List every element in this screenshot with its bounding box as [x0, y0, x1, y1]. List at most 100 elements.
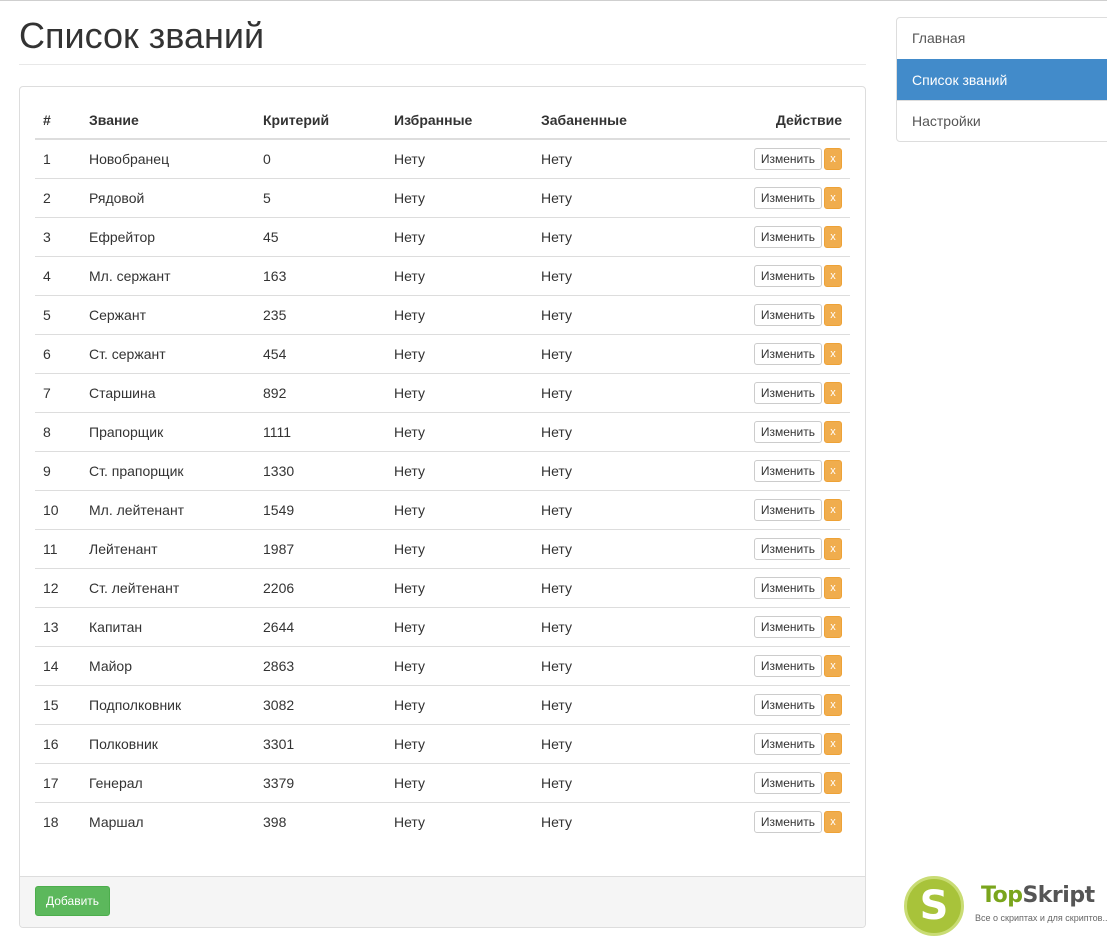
- sidebar-item-ranks[interactable]: Список званий: [897, 59, 1107, 100]
- edit-button[interactable]: Изменить: [753, 342, 822, 365]
- table-row: 9 Ст. прапорщик 1330 Нету Нету Изменить x: [35, 450, 850, 490]
- edit-button[interactable]: Изменить: [753, 732, 822, 755]
- header-criterion: Критерий: [255, 101, 386, 140]
- cell-criterion: 45: [255, 216, 386, 256]
- cell-criterion: 235: [255, 294, 386, 334]
- edit-button[interactable]: Изменить: [753, 147, 822, 170]
- cell-actions: Изменить x: [683, 762, 850, 802]
- cell-criterion: 454: [255, 333, 386, 373]
- cell-num: 8: [35, 411, 81, 451]
- header-name: Звание: [81, 101, 255, 140]
- sidebar-item-home[interactable]: Главная: [897, 18, 1107, 59]
- edit-button[interactable]: Изменить: [753, 693, 822, 716]
- cell-favorites: Нету: [386, 723, 533, 763]
- edit-button[interactable]: Изменить: [753, 381, 822, 404]
- cell-criterion: 398: [255, 801, 386, 841]
- delete-button[interactable]: x: [824, 186, 842, 209]
- edit-button[interactable]: Изменить: [753, 459, 822, 482]
- edit-button[interactable]: Изменить: [753, 810, 822, 833]
- cell-criterion: 2863: [255, 645, 386, 685]
- cell-criterion: 5: [255, 177, 386, 217]
- edit-button[interactable]: Изменить: [753, 615, 822, 638]
- cell-favorites: Нету: [386, 606, 533, 646]
- delete-button[interactable]: x: [824, 225, 842, 248]
- cell-banned: Нету: [533, 333, 683, 373]
- cell-favorites: Нету: [386, 333, 533, 373]
- cell-banned: Нету: [533, 723, 683, 763]
- cell-rank-name: Прапорщик: [81, 411, 255, 451]
- cell-criterion: 1111: [255, 411, 386, 451]
- cell-actions: Изменить x: [683, 567, 850, 607]
- cell-rank-name: Ст. лейтенант: [81, 567, 255, 607]
- cell-banned: Нету: [541, 150, 573, 167]
- header-favorites: Избранные: [386, 101, 533, 140]
- cell-rank-name: Полковник: [81, 723, 255, 763]
- cell-actions: Изменить x: [683, 684, 850, 724]
- table-header-row: # Звание Критерий Избранные Забаненные Д…: [35, 101, 850, 140]
- cell-rank-name: Новобранец: [89, 150, 170, 167]
- cell-banned: Нету: [533, 606, 683, 646]
- edit-button[interactable]: Изменить: [753, 420, 822, 443]
- cell-num: 3: [35, 216, 81, 256]
- sidebar-item-settings[interactable]: Настройки: [897, 100, 1107, 141]
- delete-button[interactable]: x: [824, 732, 842, 755]
- cell-rank-name: Рядовой: [81, 177, 255, 217]
- topskript-watermark: S TopSkript Все о скриптах и для скрипто…: [904, 875, 1107, 937]
- delete-button[interactable]: x: [824, 381, 842, 404]
- cell-criterion: 2644: [255, 606, 386, 646]
- cell-rank-name: Мл. сержант: [81, 255, 255, 295]
- cell-criterion: 0: [263, 150, 271, 167]
- cell-banned: Нету: [533, 489, 683, 529]
- cell-banned: Нету: [533, 255, 683, 295]
- cell-favorites: Нету: [386, 762, 533, 802]
- cell-actions: Изменить x: [683, 411, 850, 451]
- edit-button[interactable]: Изменить: [753, 303, 822, 326]
- delete-button[interactable]: x: [824, 147, 842, 170]
- cell-num: 15: [35, 684, 81, 724]
- delete-button[interactable]: x: [824, 615, 842, 638]
- delete-button[interactable]: x: [824, 654, 842, 677]
- edit-button[interactable]: Изменить: [753, 225, 822, 248]
- brand-name: TopSkript: [981, 883, 1095, 908]
- cell-banned: Нету: [533, 801, 683, 841]
- delete-button[interactable]: x: [824, 420, 842, 443]
- cell-favorites: Нету: [386, 528, 533, 568]
- cell-favorites: Нету: [386, 372, 533, 412]
- header-action: Действие: [683, 101, 850, 140]
- delete-button[interactable]: x: [824, 459, 842, 482]
- edit-button[interactable]: Изменить: [753, 186, 822, 209]
- cell-rank-name: Ст. прапорщик: [81, 450, 255, 490]
- table-row: 16 Полковник 3301 Нету Нету Изменить x: [35, 723, 850, 763]
- cell-num: 12: [35, 567, 81, 607]
- delete-button[interactable]: x: [824, 303, 842, 326]
- cell-actions: Изменить x: [683, 606, 850, 646]
- edit-button[interactable]: Изменить: [753, 771, 822, 794]
- edit-button[interactable]: Изменить: [753, 264, 822, 287]
- cell-rank-name: Ст. сержант: [81, 333, 255, 373]
- add-button[interactable]: Добавить: [35, 886, 111, 916]
- delete-button[interactable]: x: [824, 498, 842, 521]
- table-row: 10 Мл. лейтенант 1549 Нету Нету Изменить x: [35, 489, 850, 529]
- cell-rank-name: Генерал: [81, 762, 255, 802]
- table-row: 18 Маршал 398 Нету Нету Изменить x: [35, 801, 850, 841]
- delete-button[interactable]: x: [824, 576, 842, 599]
- delete-button[interactable]: x: [824, 810, 842, 833]
- cell-actions: Изменить x: [683, 333, 850, 373]
- delete-button[interactable]: x: [824, 537, 842, 560]
- edit-button[interactable]: Изменить: [753, 498, 822, 521]
- edit-button[interactable]: Изменить: [753, 576, 822, 599]
- edit-button[interactable]: Изменить: [753, 654, 822, 677]
- delete-button[interactable]: x: [824, 693, 842, 716]
- edit-button[interactable]: Изменить: [753, 537, 822, 560]
- cell-num: 9: [35, 450, 81, 490]
- cell-banned: Нету: [533, 645, 683, 685]
- cell-num: 14: [35, 645, 81, 685]
- delete-button[interactable]: x: [824, 342, 842, 365]
- sidebar-nav: Главная Список званий Настройки: [896, 17, 1107, 142]
- delete-button[interactable]: x: [824, 771, 842, 794]
- delete-button[interactable]: x: [824, 264, 842, 287]
- cell-num: 4: [35, 255, 81, 295]
- table-row: 12 Ст. лейтенант 2206 Нету Нету Изменить x: [35, 567, 850, 607]
- cell-actions: Изменить x: [683, 139, 850, 178]
- table-row: 3 Ефрейтор 45 Нету Нету Изменить x: [35, 216, 850, 256]
